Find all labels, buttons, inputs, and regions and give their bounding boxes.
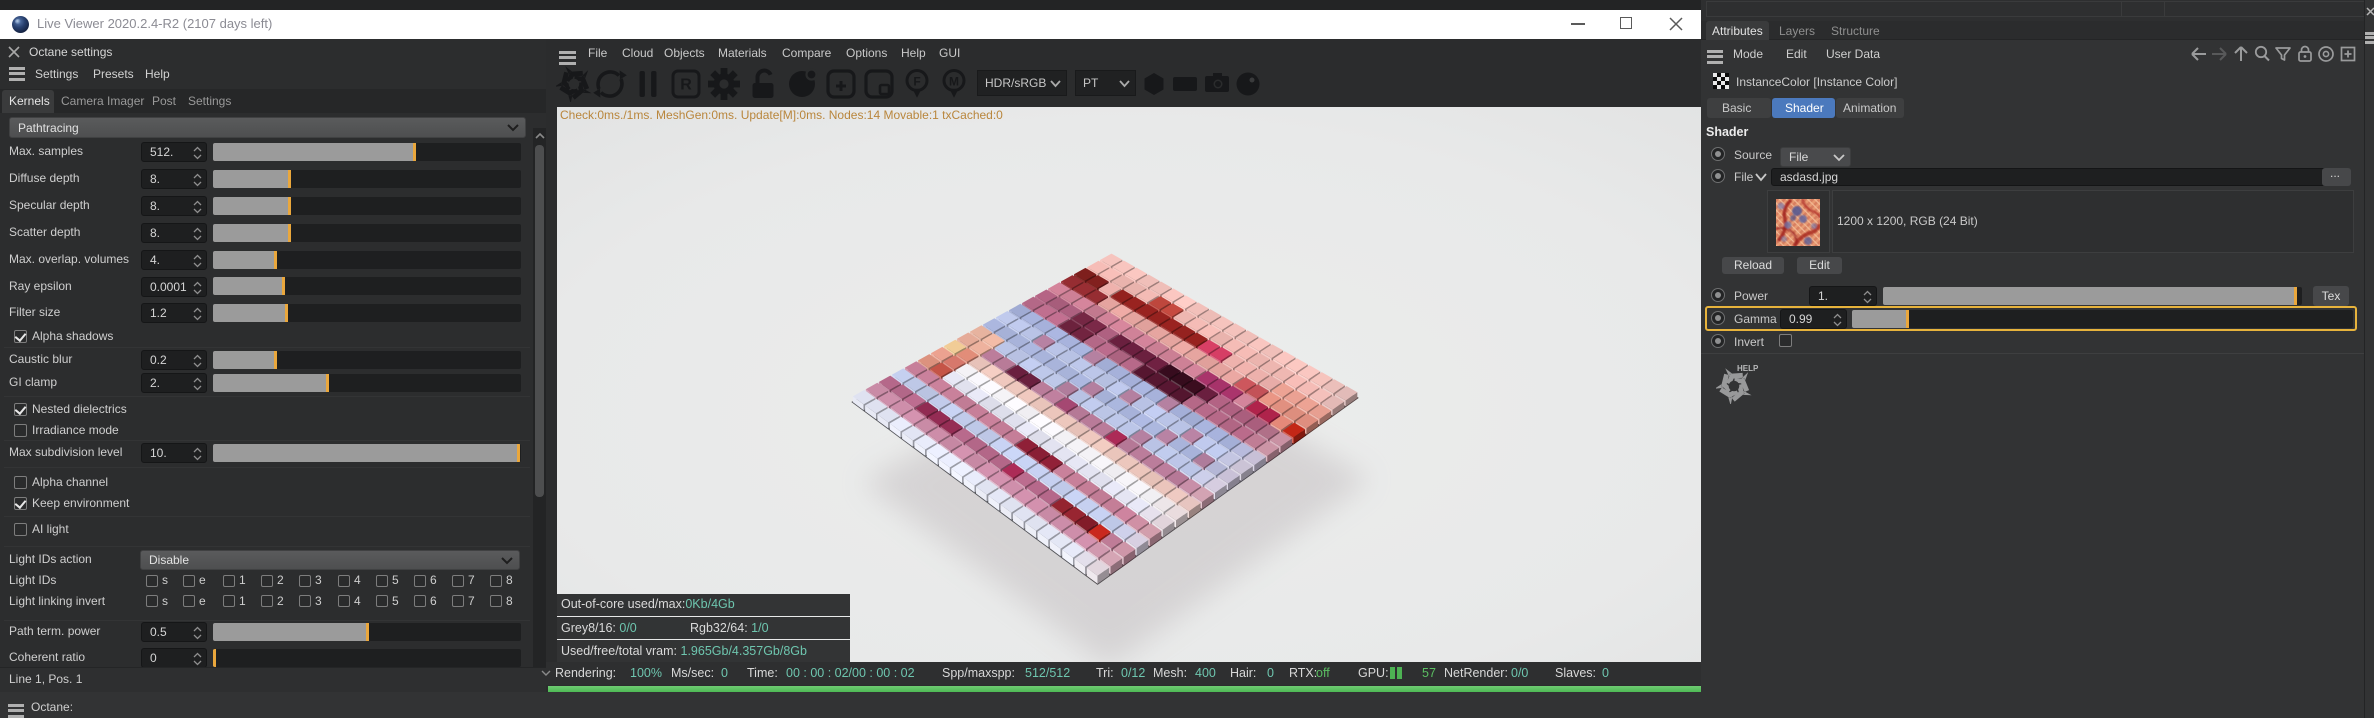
svg-text:M: M [949, 75, 959, 89]
svg-text:R: R [680, 77, 692, 94]
svg-text:F: F [913, 75, 920, 89]
